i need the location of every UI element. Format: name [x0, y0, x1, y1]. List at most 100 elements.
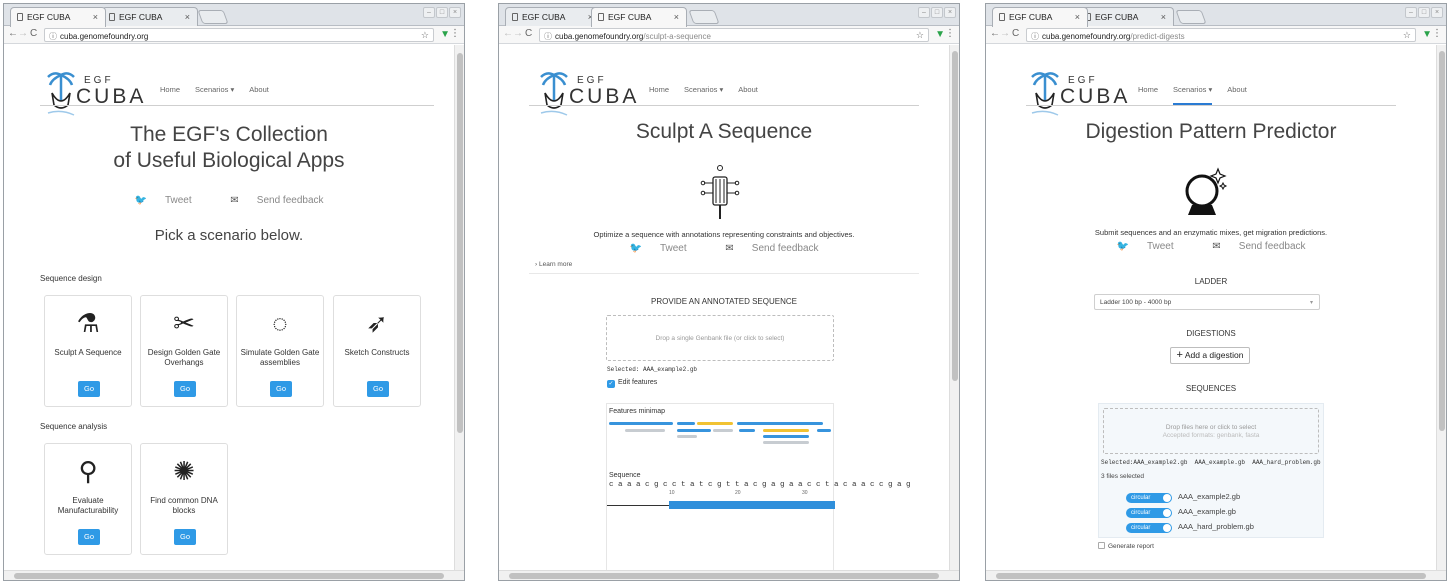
- vertical-scrollbar[interactable]: [949, 45, 959, 570]
- back-icon[interactable]: ←: [8, 28, 18, 39]
- feature-bar[interactable]: [763, 441, 809, 444]
- reload-icon[interactable]: C: [30, 28, 37, 39]
- back-icon[interactable]: ←: [990, 28, 1000, 39]
- card-golden-gate-overhangs[interactable]: ✂ Design Golden Gate Overhangs Go: [140, 295, 228, 407]
- new-tab-button[interactable]: [1175, 10, 1207, 24]
- learn-more-toggle[interactable]: › Learn more: [535, 261, 572, 268]
- go-button[interactable]: Go: [270, 381, 292, 397]
- reload-icon[interactable]: C: [1012, 28, 1019, 39]
- url-field[interactable]: ⓘ cuba.genomefoundry.org/sculpt-a-sequenc…: [539, 28, 929, 42]
- egf-cuba-logo[interactable]: EGF CUBA: [44, 71, 154, 121]
- scroll-thumb[interactable]: [1439, 51, 1445, 431]
- scroll-thumb[interactable]: [952, 51, 958, 381]
- go-button[interactable]: Go: [174, 381, 196, 397]
- forward-icon[interactable]: →: [513, 28, 523, 39]
- tweet-link[interactable]: 🐦 Tweet: [125, 195, 200, 206]
- new-tab-button[interactable]: [688, 10, 720, 24]
- feedback-link[interactable]: ✉ Send feedback: [221, 195, 332, 206]
- bookmark-star-icon[interactable]: ☆: [1403, 30, 1411, 41]
- forward-icon[interactable]: →: [18, 28, 28, 39]
- menu-icon[interactable]: ⋮: [450, 28, 460, 39]
- feature-bar[interactable]: [713, 429, 733, 432]
- go-button[interactable]: Go: [78, 529, 100, 545]
- sequence-text[interactable]: c a a a c g c c t a t c g t t a c g a g …: [609, 481, 911, 489]
- go-button[interactable]: Go: [78, 381, 100, 397]
- card-sculpt-sequence[interactable]: ⚗ Sculpt A Sequence Go: [44, 295, 132, 407]
- tweet-link[interactable]: 🐦 Tweet: [1107, 241, 1182, 252]
- scroll-thumb[interactable]: [509, 573, 939, 579]
- edit-features-checkbox[interactable]: ✓ Edit features: [607, 379, 657, 388]
- feature-bar[interactable]: [625, 429, 665, 432]
- horizontal-scrollbar[interactable]: [4, 570, 464, 580]
- horizontal-scrollbar[interactable]: [986, 570, 1446, 580]
- egf-cuba-logo[interactable]: EGF CUBA: [537, 71, 647, 121]
- scroll-thumb[interactable]: [996, 573, 1426, 579]
- feature-bar[interactable]: [677, 429, 711, 432]
- feature-bar[interactable]: [739, 429, 755, 432]
- nav-about[interactable]: About: [1227, 85, 1247, 105]
- menu-icon[interactable]: ⋮: [1432, 28, 1442, 39]
- close-window-button[interactable]: ×: [1431, 7, 1443, 18]
- maximize-button[interactable]: □: [1418, 7, 1430, 18]
- add-digestion-button[interactable]: + Add a digestion: [1170, 347, 1250, 364]
- feature-bar[interactable]: [737, 422, 823, 425]
- nav-about[interactable]: About: [738, 85, 758, 94]
- extension-icon[interactable]: ▼: [440, 29, 450, 40]
- browser-tab[interactable]: EGF CUBA×: [1078, 7, 1174, 26]
- browser-tab[interactable]: EGF CUBA×: [992, 7, 1088, 27]
- go-button[interactable]: Go: [367, 381, 389, 397]
- vertical-scrollbar[interactable]: [1436, 45, 1446, 570]
- browser-tab[interactable]: EGF CUBA×: [102, 7, 198, 26]
- close-tab-icon[interactable]: ×: [674, 12, 679, 22]
- ladder-select[interactable]: Ladder 100 bp - 4000 bp ▾: [1094, 294, 1320, 310]
- bookmark-star-icon[interactable]: ☆: [421, 30, 429, 41]
- feedback-link[interactable]: ✉ Send feedback: [716, 243, 827, 254]
- maximize-button[interactable]: □: [931, 7, 943, 18]
- feature-bar[interactable]: [677, 422, 695, 425]
- close-tab-icon[interactable]: ×: [93, 12, 98, 22]
- maximize-button[interactable]: □: [436, 7, 448, 18]
- vertical-scrollbar[interactable]: [454, 45, 464, 570]
- url-field[interactable]: ⓘ cuba.genomefoundry.org ☆: [44, 28, 434, 42]
- egf-cuba-logo[interactable]: EGF CUBA: [1028, 71, 1138, 121]
- close-tab-icon[interactable]: ×: [185, 12, 190, 22]
- reload-icon[interactable]: C: [525, 28, 532, 39]
- new-tab-button[interactable]: [197, 10, 229, 24]
- tweet-link[interactable]: 🐦 Tweet: [620, 243, 695, 254]
- bookmark-star-icon[interactable]: ☆: [916, 30, 924, 41]
- horizontal-scrollbar[interactable]: [499, 570, 959, 580]
- card-evaluate-manufacturability[interactable]: ⚲ Evaluate Manufacturability Go: [44, 443, 132, 555]
- generate-report-checkbox[interactable]: Generate report: [1098, 542, 1154, 550]
- feature-bar[interactable]: [763, 429, 809, 432]
- url-field[interactable]: ⓘ cuba.genomefoundry.org/predict-digests ☆: [1026, 28, 1416, 42]
- go-button[interactable]: Go: [174, 529, 196, 545]
- browser-tab[interactable]: EGF CUBA×: [591, 7, 687, 27]
- circular-toggle[interactable]: circular: [1126, 523, 1172, 533]
- extension-icon[interactable]: ▼: [1422, 29, 1432, 40]
- feature-bar[interactable]: [697, 422, 733, 425]
- card-common-dna-blocks[interactable]: ✺ Find common DNA blocks Go: [140, 443, 228, 555]
- scroll-thumb[interactable]: [14, 573, 444, 579]
- feature-bar[interactable]: [763, 435, 809, 438]
- nav-scenarios[interactable]: Scenarios ▾: [195, 85, 234, 94]
- close-window-button[interactable]: ×: [944, 7, 956, 18]
- nav-home[interactable]: Home: [160, 85, 180, 94]
- genbank-dropzone[interactable]: Drop a single Genbank file (or click to …: [606, 315, 834, 361]
- feature-bar[interactable]: [677, 435, 697, 438]
- back-icon[interactable]: ←: [503, 28, 513, 39]
- close-tab-icon[interactable]: ×: [1075, 12, 1080, 22]
- extension-icon[interactable]: ▼: [935, 29, 945, 40]
- menu-icon[interactable]: ⋮: [945, 28, 955, 39]
- nav-about[interactable]: About: [249, 85, 269, 94]
- feature-bar[interactable]: [817, 429, 831, 432]
- feature-bar[interactable]: [609, 422, 673, 425]
- minimize-button[interactable]: –: [1405, 7, 1417, 18]
- minimize-button[interactable]: –: [918, 7, 930, 18]
- nav-home[interactable]: Home: [1138, 85, 1158, 105]
- sequence-dropzone[interactable]: Drop files here or click to select Accep…: [1103, 408, 1319, 454]
- feedback-link[interactable]: ✉ Send feedback: [1203, 241, 1314, 252]
- nav-scenarios[interactable]: Scenarios ▾: [684, 85, 723, 94]
- browser-tab[interactable]: EGF CUBA×: [10, 7, 106, 27]
- card-sketch-constructs[interactable]: ➶ Sketch Constructs Go: [333, 295, 421, 407]
- selected-region-bar[interactable]: [669, 501, 835, 509]
